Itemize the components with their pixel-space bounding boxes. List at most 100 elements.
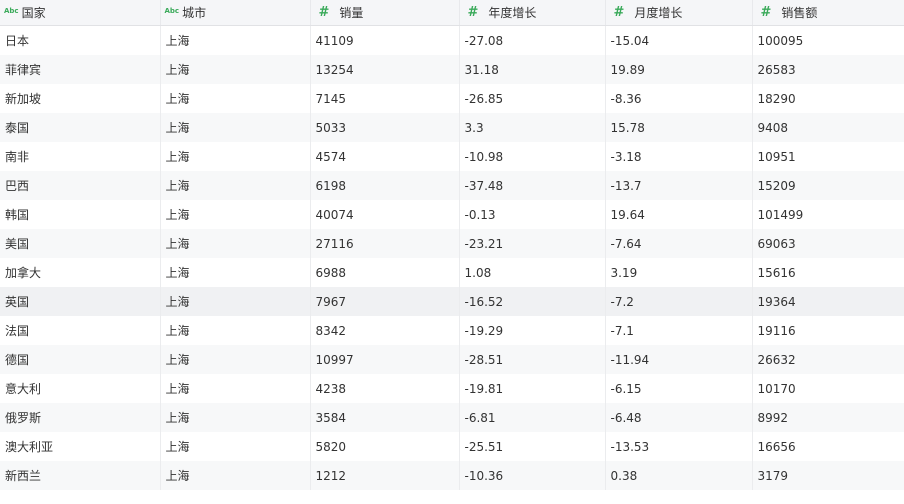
table-cell[interactable]: 16656 (752, 432, 904, 461)
table-cell[interactable]: 新加坡 (0, 84, 161, 113)
table-row[interactable]: 日本 上海 41109 -27.08 -15.04 100095 (0, 25, 904, 55)
column-header-5[interactable]: # 销售额 (752, 0, 904, 26)
table-row[interactable]: 菲律宾 上海 13254 31.18 19.89 26583 (0, 55, 904, 84)
table-cell[interactable]: 澳大利亚 (0, 432, 161, 461)
table-cell[interactable]: -28.51 (459, 345, 606, 374)
table-cell[interactable]: 8342 (310, 316, 460, 345)
table-row[interactable]: 英国 上海 7967 -16.52 -7.2 19364 (0, 287, 904, 316)
table-cell[interactable]: 上海 (160, 142, 311, 171)
table-cell[interactable]: 6988 (310, 258, 460, 287)
table-cell[interactable]: -13.53 (605, 432, 753, 461)
table-cell[interactable]: -16.52 (459, 287, 606, 316)
table-cell[interactable]: -10.36 (459, 461, 606, 490)
table-cell[interactable]: 南非 (0, 142, 161, 171)
table-row[interactable]: 德国 上海 10997 -28.51 -11.94 26632 (0, 345, 904, 374)
column-header-2[interactable]: # 销量 (310, 0, 460, 26)
table-cell[interactable]: -7.1 (605, 316, 753, 345)
table-cell[interactable]: -11.94 (605, 345, 753, 374)
table-cell[interactable]: 1.08 (459, 258, 606, 287)
table-cell[interactable]: -37.48 (459, 171, 606, 200)
table-cell[interactable]: -8.36 (605, 84, 753, 113)
table-cell[interactable]: 26632 (752, 345, 904, 374)
table-cell[interactable]: 3584 (310, 403, 460, 432)
table-cell[interactable]: 3.3 (459, 113, 606, 142)
table-cell[interactable]: 上海 (160, 345, 311, 374)
table-cell[interactable]: 0.38 (605, 461, 753, 490)
table-cell[interactable]: 菲律宾 (0, 55, 161, 84)
table-cell[interactable]: -26.85 (459, 84, 606, 113)
table-row[interactable]: 巴西 上海 6198 -37.48 -13.7 15209 (0, 171, 904, 200)
table-cell[interactable]: 韩国 (0, 200, 161, 229)
table-cell[interactable]: 上海 (160, 84, 311, 113)
table-cell[interactable]: 上海 (160, 229, 311, 258)
table-cell[interactable]: 英国 (0, 287, 161, 316)
table-cell[interactable]: 上海 (160, 25, 311, 55)
column-header-1[interactable]: Abc 城市 (160, 0, 311, 26)
table-cell[interactable]: 100095 (752, 25, 904, 55)
table-cell[interactable]: 6198 (310, 171, 460, 200)
table-cell[interactable]: -6.15 (605, 374, 753, 403)
table-cell[interactable]: 7145 (310, 84, 460, 113)
table-cell[interactable]: -3.18 (605, 142, 753, 171)
table-cell[interactable]: -25.51 (459, 432, 606, 461)
table-cell[interactable]: 上海 (160, 113, 311, 142)
table-cell[interactable]: 3.19 (605, 258, 753, 287)
table-cell[interactable]: 4238 (310, 374, 460, 403)
table-cell[interactable]: 19116 (752, 316, 904, 345)
table-cell[interactable]: -15.04 (605, 25, 753, 55)
table-cell[interactable]: 10170 (752, 374, 904, 403)
table-cell[interactable]: 上海 (160, 200, 311, 229)
table-row[interactable]: 澳大利亚 上海 5820 -25.51 -13.53 16656 (0, 432, 904, 461)
table-cell[interactable]: 9408 (752, 113, 904, 142)
table-cell[interactable]: 27116 (310, 229, 460, 258)
table-cell[interactable]: 18290 (752, 84, 904, 113)
table-cell[interactable]: 上海 (160, 316, 311, 345)
table-cell[interactable]: 上海 (160, 258, 311, 287)
table-cell[interactable]: -7.2 (605, 287, 753, 316)
table-cell[interactable]: -0.13 (459, 200, 606, 229)
table-cell[interactable]: -7.64 (605, 229, 753, 258)
table-cell[interactable]: 26583 (752, 55, 904, 84)
table-cell[interactable]: 意大利 (0, 374, 161, 403)
table-row[interactable]: 韩国 上海 40074 -0.13 19.64 101499 (0, 200, 904, 229)
table-cell[interactable]: 19364 (752, 287, 904, 316)
table-row[interactable]: 法国 上海 8342 -19.29 -7.1 19116 (0, 316, 904, 345)
table-cell[interactable]: 13254 (310, 55, 460, 84)
table-cell[interactable]: 美国 (0, 229, 161, 258)
table-cell[interactable]: 上海 (160, 461, 311, 490)
table-cell[interactable]: 5820 (310, 432, 460, 461)
table-cell[interactable]: 上海 (160, 287, 311, 316)
table-row[interactable]: 意大利 上海 4238 -19.81 -6.15 10170 (0, 374, 904, 403)
table-cell[interactable]: -27.08 (459, 25, 606, 55)
table-cell[interactable]: -6.48 (605, 403, 753, 432)
table-cell[interactable]: 上海 (160, 55, 311, 84)
table-cell[interactable]: -19.81 (459, 374, 606, 403)
table-row[interactable]: 泰国 上海 5033 3.3 15.78 9408 (0, 113, 904, 142)
table-cell[interactable]: -10.98 (459, 142, 606, 171)
table-cell[interactable]: 69063 (752, 229, 904, 258)
table-cell[interactable]: 泰国 (0, 113, 161, 142)
table-cell[interactable]: 10997 (310, 345, 460, 374)
table-cell[interactable]: 日本 (0, 25, 161, 55)
table-row[interactable]: 新西兰 上海 1212 -10.36 0.38 3179 (0, 461, 904, 490)
column-header-0[interactable]: Abc 国家 (0, 0, 161, 26)
column-header-3[interactable]: # 年度增长 (459, 0, 606, 26)
table-cell[interactable]: -23.21 (459, 229, 606, 258)
table-row[interactable]: 南非 上海 4574 -10.98 -3.18 10951 (0, 142, 904, 171)
table-cell[interactable]: 加拿大 (0, 258, 161, 287)
table-cell[interactable]: 德国 (0, 345, 161, 374)
table-cell[interactable]: 19.89 (605, 55, 753, 84)
column-header-4[interactable]: # 月度增长 (605, 0, 753, 26)
table-cell[interactable]: 新西兰 (0, 461, 161, 490)
table-cell[interactable]: 40074 (310, 200, 460, 229)
table-cell[interactable]: 10951 (752, 142, 904, 171)
table-cell[interactable]: 101499 (752, 200, 904, 229)
table-cell[interactable]: 8992 (752, 403, 904, 432)
table-cell[interactable]: 上海 (160, 171, 311, 200)
table-cell[interactable]: 5033 (310, 113, 460, 142)
table-cell[interactable]: 41109 (310, 25, 460, 55)
table-cell[interactable]: -13.7 (605, 171, 753, 200)
table-cell[interactable]: 4574 (310, 142, 460, 171)
table-cell[interactable]: 巴西 (0, 171, 161, 200)
table-row[interactable]: 美国 上海 27116 -23.21 -7.64 69063 (0, 229, 904, 258)
